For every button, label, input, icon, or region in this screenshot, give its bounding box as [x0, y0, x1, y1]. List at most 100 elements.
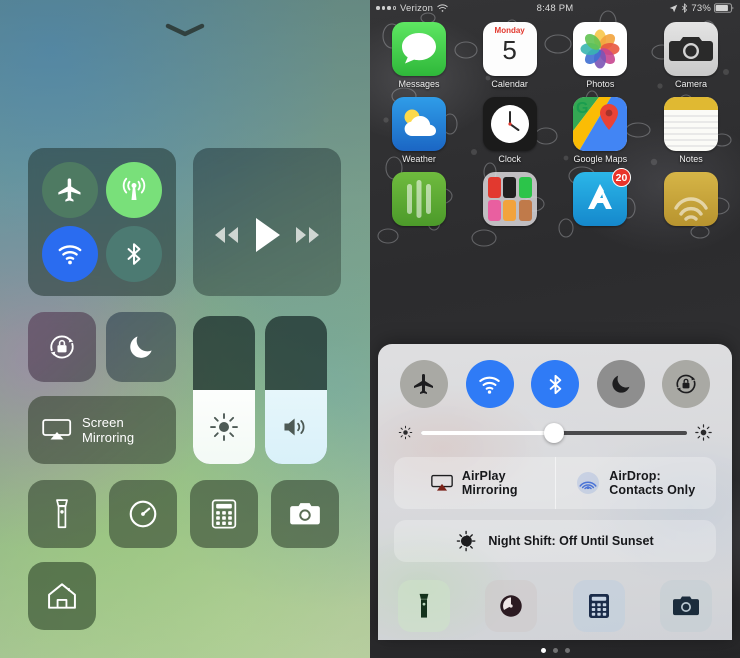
app-clock[interactable]: Clock [473, 97, 547, 164]
app-itunes[interactable] [654, 172, 728, 229]
bluetooth-toggle[interactable] [106, 226, 162, 282]
battery-icon [714, 3, 734, 13]
calculator-shortcut[interactable] [190, 480, 258, 548]
page-dot[interactable] [552, 648, 558, 653]
airplane-mode-toggle[interactable] [42, 162, 98, 218]
app-label: Messages [398, 79, 440, 89]
location-arrow-icon [670, 4, 678, 12]
brightness-slider-icon-wrap [193, 390, 255, 464]
rotation-lock-toggle[interactable] [662, 360, 710, 408]
app-row-3: 20 [382, 168, 728, 229]
do-not-disturb-toggle[interactable] [596, 360, 645, 408]
airdrop-icon [577, 472, 600, 494]
media-playback-card [193, 148, 341, 296]
night-shift-button[interactable]: Night Shift: Off Until Sunset [394, 520, 716, 562]
notes-icon [663, 97, 718, 151]
svg-text:G: G [576, 100, 588, 117]
photos-icon [573, 22, 628, 76]
brightness-slider-track[interactable] [421, 422, 687, 443]
airplay-line1: AirPlay [461, 468, 506, 483]
flashlight-shortcut[interactable] [398, 580, 450, 632]
ios10-control-center-panel: Verizon 8:48 PM 73% Messages Monday 5 Ca… [370, 0, 740, 658]
brightness-high-icon [695, 424, 712, 441]
do-not-disturb-tile[interactable] [106, 312, 176, 382]
screen-mirroring-line1: Screen [82, 415, 124, 430]
timer-shortcut[interactable] [109, 480, 177, 548]
bluetooth-toggle[interactable] [531, 360, 579, 408]
wifi-icon [479, 376, 500, 394]
bluetooth-icon [127, 243, 141, 265]
connectivity-card [28, 148, 176, 296]
folder-icon [482, 172, 537, 226]
flashlight-icon [419, 593, 429, 618]
cellular-data-toggle[interactable] [106, 162, 162, 218]
airdrop-line2: Contacts Only [609, 483, 696, 497]
moon-icon [130, 336, 152, 358]
night-shift-label: Night Shift: Off Until Sunset [488, 534, 654, 548]
bluetooth-icon [682, 3, 688, 13]
flashlight-shortcut[interactable] [28, 480, 96, 548]
camera-icon [290, 503, 320, 525]
itunes-icon [663, 172, 718, 226]
app-app-store[interactable]: 20 [563, 168, 637, 229]
control-center-grabber[interactable] [0, 22, 370, 38]
app-google-maps[interactable]: G Google Maps [563, 97, 637, 164]
brightness-icon [210, 413, 238, 441]
home-shortcut[interactable] [28, 562, 96, 630]
flashlight-icon [56, 499, 68, 529]
brightness-slider-row [398, 422, 712, 443]
google-maps-icon: G [573, 97, 628, 151]
airplay-mirroring-icon [42, 419, 72, 440]
wifi-icon [58, 245, 82, 265]
airplay-line2: Mirroring [461, 483, 518, 497]
app-photos[interactable]: Photos [563, 22, 637, 89]
screen-mirroring-tile[interactable]: Screen Mirroring [28, 396, 176, 464]
clock-icon [482, 97, 537, 151]
rewind-icon[interactable] [211, 224, 241, 246]
app-label: Google Maps [573, 154, 628, 164]
airdrop-label: AirDrop: Contacts Only [609, 469, 695, 498]
airdrop-line1: AirDrop: [609, 468, 661, 483]
brightness-slider-vertical[interactable] [193, 316, 255, 464]
app-podcasts[interactable] [382, 172, 456, 229]
app-notes[interactable]: Notes [654, 97, 728, 164]
airplay-airdrop-row: AirPlay Mirroring AirDrop: Contacts Only [394, 457, 716, 509]
podcasts-icon [392, 172, 446, 226]
comparison-screenshot: Screen Mirroring Verizon 8:48 PM 73% Mes… [0, 0, 740, 658]
airdrop-button[interactable]: AirDrop: Contacts Only [556, 457, 717, 509]
app-weather[interactable]: Weather [382, 97, 456, 164]
camera-shortcut[interactable] [659, 580, 712, 632]
wifi-toggle[interactable] [465, 360, 514, 408]
chevron-down-icon [165, 23, 205, 37]
app-label: Calendar [491, 79, 528, 89]
calculator-shortcut[interactable] [572, 580, 625, 632]
app-calendar[interactable]: Monday 5 Calendar [473, 22, 547, 89]
timer-icon [500, 595, 523, 617]
airplane-mode-toggle[interactable] [400, 360, 448, 408]
app-messages[interactable]: Messages [382, 22, 456, 89]
app-folder[interactable] [473, 172, 547, 229]
bluetooth-icon [549, 374, 561, 394]
airplay-mirroring-button[interactable]: AirPlay Mirroring [394, 457, 555, 509]
camera-shortcut[interactable] [271, 480, 339, 548]
wifi-toggle[interactable] [42, 226, 98, 282]
camera-icon [663, 22, 718, 76]
app-row-2: Weather Clock G Google Maps Notes [382, 97, 728, 164]
airplay-label: AirPlay Mirroring [462, 469, 518, 498]
rotation-lock-tile[interactable] [28, 312, 96, 382]
volume-slider-icon-wrap [265, 390, 327, 464]
messages-icon [392, 22, 446, 76]
page-dot-active[interactable] [540, 648, 546, 653]
weather-icon [392, 97, 446, 151]
calendar-day: 5 [502, 35, 517, 65]
camera-icon [672, 596, 699, 616]
page-dot[interactable] [564, 648, 570, 653]
play-icon[interactable] [250, 215, 284, 255]
app-camera[interactable]: Camera [654, 22, 728, 89]
fast-forward-icon[interactable] [293, 224, 323, 246]
timer-shortcut[interactable] [485, 580, 538, 632]
moon-icon [611, 375, 629, 393]
app-label: Weather [402, 154, 436, 164]
volume-slider-vertical[interactable] [265, 316, 327, 464]
brightness-slider-knob[interactable] [544, 422, 564, 443]
